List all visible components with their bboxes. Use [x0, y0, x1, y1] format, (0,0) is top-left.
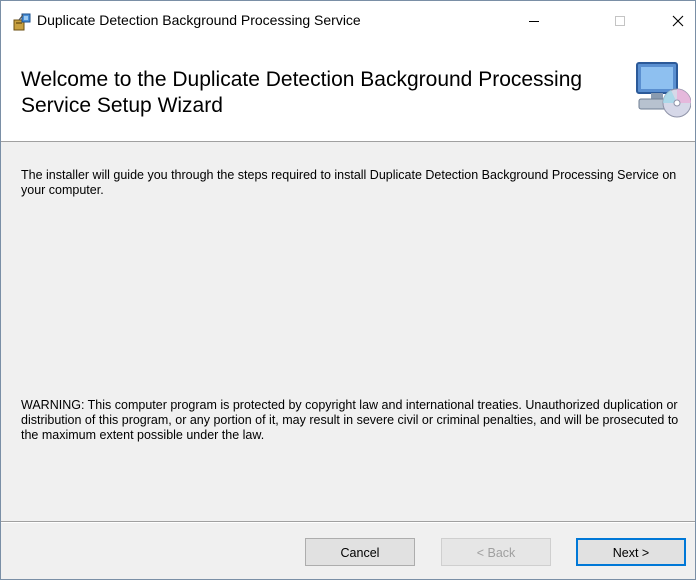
copyright-warning-text: WARNING: This computer program is protec…: [21, 398, 679, 442]
cancel-button[interactable]: Cancel: [305, 538, 415, 566]
minimize-icon: [529, 21, 539, 22]
page-title: Welcome to the Duplicate Detection Backg…: [21, 68, 583, 117]
back-button: < Back: [441, 538, 551, 566]
window-title: Duplicate Detection Background Processin…: [37, 12, 361, 28]
intro-text: The installer will guide you through the…: [21, 168, 677, 197]
wizard-header: Welcome to the Duplicate Detection Backg…: [1, 41, 695, 142]
close-button[interactable]: [655, 1, 695, 41]
next-button[interactable]: Next >: [576, 538, 686, 566]
title-bar[interactable]: Duplicate Detection Background Processin…: [1, 1, 695, 41]
maximize-button: [597, 1, 643, 41]
footer-divider: [1, 521, 695, 523]
installer-box-icon: [13, 13, 31, 31]
wizard-content: The installer will guide you through the…: [1, 142, 695, 502]
minimize-button[interactable]: [511, 1, 557, 41]
close-icon: [672, 15, 684, 27]
maximize-icon: [615, 16, 625, 26]
setup-wizard-window: Duplicate Detection Background Processin…: [0, 0, 696, 580]
computer-cd-icon: [633, 59, 692, 123]
